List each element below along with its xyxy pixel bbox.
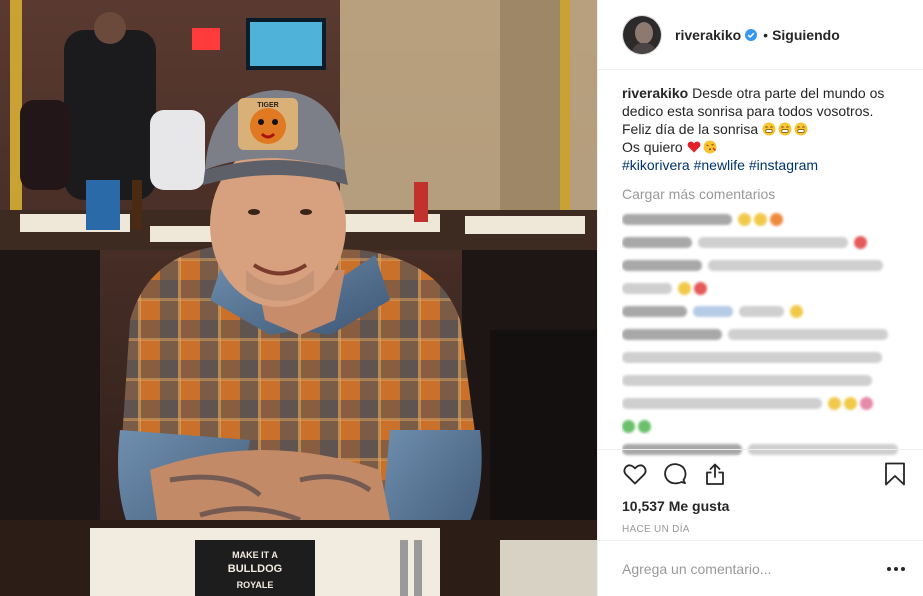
menu-text-1: MAKE IT A (232, 550, 278, 560)
grin-emoji-icon (762, 122, 776, 136)
grin-emoji-icon (778, 122, 792, 136)
blurred-comment-row (622, 392, 912, 415)
verified-badge-icon (745, 28, 758, 41)
avatar[interactable] (622, 14, 662, 55)
share-icon[interactable] (702, 461, 728, 487)
more-options-icon[interactable] (884, 557, 908, 581)
comments-section: riverakiko Desde otra parte del mundo os … (622, 84, 912, 463)
cap-badge-text: TIGER (257, 102, 278, 109)
photo-illustration: TIGER MAKE IT A BULLDOG ROYALE (0, 0, 597, 596)
blurred-comment-row (622, 323, 912, 346)
add-comment-bar (598, 540, 923, 596)
blurred-comment-row (622, 415, 912, 438)
blurred-comment-row (622, 231, 912, 254)
kiss-emoji-icon (703, 140, 717, 154)
comment-input[interactable] (622, 560, 884, 577)
blurred-comment-row (622, 208, 912, 231)
grin-emoji-icon (794, 122, 808, 136)
header-username[interactable]: riverakiko (675, 27, 741, 43)
caption-username[interactable]: riverakiko (622, 85, 688, 101)
following-button[interactable]: Siguiendo (772, 27, 840, 43)
post-timestamp[interactable]: HACE UN DÍA (622, 524, 908, 535)
post-side-panel: riverakiko • Siguiendo riverakiko Desde o… (597, 0, 923, 596)
red-heart-emoji-icon (687, 141, 701, 153)
menu-text-2: BULLDOG (228, 563, 282, 575)
post-caption: riverakiko Desde otra parte del mundo os … (622, 84, 912, 174)
comment-bubble-icon[interactable] (662, 461, 688, 487)
blurred-comment-row (622, 369, 912, 392)
blurred-comment-row (622, 254, 912, 277)
menu-text-3: ROYALE (237, 580, 274, 590)
likes-count[interactable]: 10,537 Me gusta (622, 498, 908, 514)
blurred-comments (622, 208, 912, 463)
post-photo[interactable]: TIGER MAKE IT A BULLDOG ROYALE (0, 0, 597, 596)
avatar-image (623, 15, 661, 54)
caption-hashtags[interactable]: #kikorivera #newlife #instagram (622, 157, 818, 173)
action-icons-row (622, 460, 908, 488)
separator-dot: • (763, 26, 769, 43)
blurred-comment-row (622, 346, 912, 369)
load-more-comments-link[interactable]: Cargar más comentarios (622, 186, 912, 202)
blurred-comment-row (622, 277, 912, 300)
caption-line-3: Os quiero (622, 139, 683, 155)
post-header: riverakiko • Siguiendo (598, 0, 923, 70)
heart-icon[interactable] (622, 461, 648, 487)
bookmark-icon[interactable] (882, 461, 908, 487)
post-actions: 10,537 Me gusta HACE UN DÍA (598, 449, 923, 535)
blurred-comment-row (622, 300, 912, 323)
caption-line-2: Feliz día de la sonrisa (622, 121, 759, 137)
